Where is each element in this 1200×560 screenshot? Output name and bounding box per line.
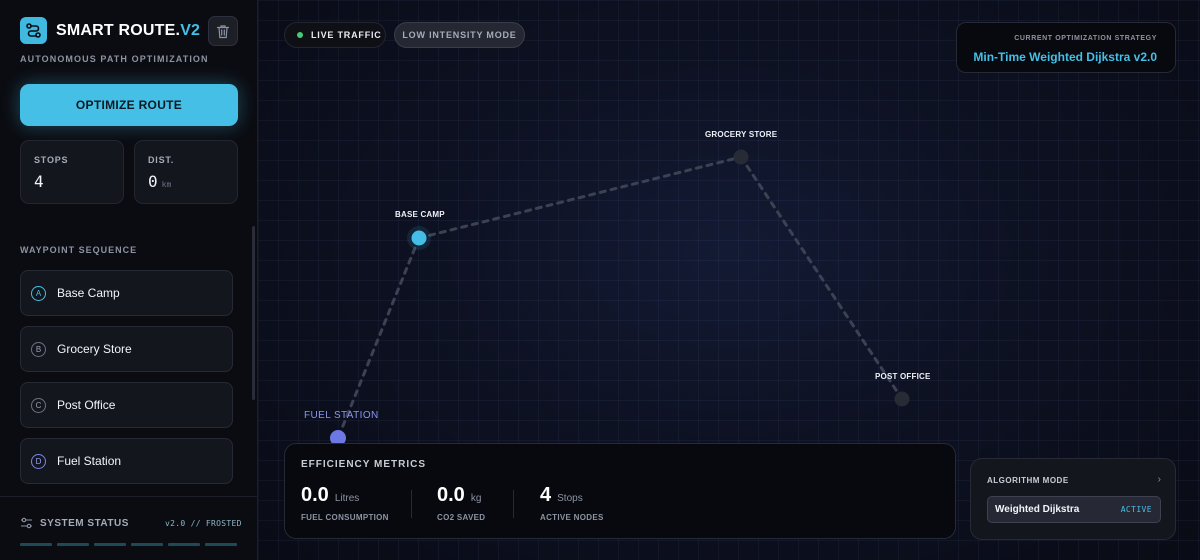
label-grocery-store: GROCERY STORE xyxy=(705,130,778,139)
live-traffic-label: LIVE TRAFFIC xyxy=(311,30,382,40)
distance-stat: DIST. 0 km xyxy=(134,140,238,204)
stops-value: 4 xyxy=(34,172,44,191)
route-segment-base-fuel xyxy=(336,236,421,440)
live-status-dot xyxy=(297,32,303,38)
live-traffic-toggle[interactable]: LIVE TRAFFIC xyxy=(284,22,386,48)
waypoint-item-base-camp[interactable]: A Base Camp xyxy=(20,270,233,316)
stops-stat: STOPS 4 xyxy=(20,140,124,204)
metric-divider xyxy=(411,490,412,518)
route-segment-grocery-post xyxy=(739,155,904,401)
clear-route-button[interactable] xyxy=(208,16,238,46)
waypoint-name: Grocery Store xyxy=(57,342,132,356)
optimize-route-button[interactable]: OPTIMIZE ROUTE xyxy=(20,84,238,126)
label-post-office: POST OFFICE xyxy=(875,372,931,381)
app-subtitle: AUTONOMOUS PATH OPTIMIZATION xyxy=(20,54,209,64)
waypoint-scrollbar[interactable] xyxy=(252,226,255,400)
strategy-panel: CURRENT OPTIMIZATION STRATEGY Min-Time W… xyxy=(956,22,1176,73)
route-segment-base-grocery xyxy=(417,155,743,240)
waypoint-letter: A xyxy=(31,285,46,301)
waypoint-name: Fuel Station xyxy=(57,454,122,468)
waypoint-letter: C xyxy=(31,397,46,413)
label-fuel-station: FUEL STATION xyxy=(304,410,379,421)
label-base-camp: BASE CAMP xyxy=(395,210,445,219)
co2-label: CO2 SAVED xyxy=(437,513,486,522)
active-nodes-metric: 4 Stops ACTIVE NODES xyxy=(540,484,604,522)
waypoint-name: Post Office xyxy=(57,398,116,412)
co2-unit: kg xyxy=(470,493,482,504)
distance-unit: km xyxy=(161,180,172,189)
status-indicator-bar xyxy=(20,543,237,546)
algorithm-mode-panel[interactable]: ALGORITHM MODE › Weighted Dijkstra ACTIV… xyxy=(970,458,1176,540)
node-grocery-store[interactable] xyxy=(733,149,749,165)
system-status-label: SYSTEM STATUS xyxy=(40,518,129,529)
low-intensity-toggle[interactable]: LOW INTENSITY MODE xyxy=(394,22,525,48)
app-title: SMART ROUTE.V2 xyxy=(56,22,201,39)
low-intensity-label: LOW INTENSITY MODE xyxy=(402,30,517,40)
algorithm-option-weighted-dijkstra[interactable]: Weighted Dijkstra ACTIVE xyxy=(987,496,1161,523)
sidebar: SMART ROUTE.V2 AUTONOMOUS PATH OPTIMIZAT… xyxy=(0,0,258,560)
fuel-value: 0.0 xyxy=(301,484,329,506)
waypoint-item-post-office[interactable]: C Post Office xyxy=(20,382,233,428)
metrics-title: EFFICIENCY METRICS xyxy=(301,459,427,470)
co2-value: 0.0 xyxy=(437,484,465,506)
distance-value: 0 km xyxy=(148,172,172,191)
efficiency-metrics-panel: EFFICIENCY METRICS 0.0 Litres FUEL CONSUM… xyxy=(284,443,956,539)
stops-label: STOPS xyxy=(34,155,69,165)
waypoint-item-fuel-station[interactable]: D Fuel Station xyxy=(20,438,233,484)
node-post-office[interactable] xyxy=(894,391,910,407)
fuel-label: FUEL CONSUMPTION xyxy=(301,513,389,522)
trash-icon xyxy=(216,24,230,38)
active-nodes-value: 4 xyxy=(540,484,552,506)
system-version: v2.0 // FROSTED xyxy=(165,519,242,528)
active-nodes-label: ACTIVE NODES xyxy=(540,513,604,522)
waypoint-letter: D xyxy=(31,453,46,469)
strategy-caption: CURRENT OPTIMIZATION STRATEGY xyxy=(1014,35,1157,42)
system-status-bar: SYSTEM STATUS v2.0 // FROSTED xyxy=(0,496,257,560)
waypoint-letter: B xyxy=(31,341,46,357)
algorithm-caption: ALGORITHM MODE xyxy=(987,476,1069,485)
waypoint-item-grocery-store[interactable]: B Grocery Store xyxy=(20,326,233,372)
algorithm-status-badge: ACTIVE xyxy=(1120,505,1152,514)
fuel-unit: Litres xyxy=(334,493,360,504)
active-nodes-unit: Stops xyxy=(557,493,583,504)
distance-label: DIST. xyxy=(148,155,175,165)
chevron-right-icon[interactable]: › xyxy=(1158,474,1161,485)
metric-divider xyxy=(513,490,514,518)
waypoint-section-title: WAYPOINT SEQUENCE xyxy=(20,245,138,255)
algorithm-name: Weighted Dijkstra xyxy=(995,504,1080,515)
strategy-name: Min-Time Weighted Dijkstra v2.0 xyxy=(973,50,1157,64)
waypoint-name: Base Camp xyxy=(57,286,120,300)
route-icon xyxy=(20,17,47,44)
fuel-metric: 0.0 Litres FUEL CONSUMPTION xyxy=(301,484,389,522)
route-map[interactable]: BASE CAMP GROCERY STORE POST OFFICE FUEL… xyxy=(258,0,1200,560)
sliders-icon xyxy=(21,517,32,529)
co2-metric: 0.0 kg CO2 SAVED xyxy=(437,484,485,522)
